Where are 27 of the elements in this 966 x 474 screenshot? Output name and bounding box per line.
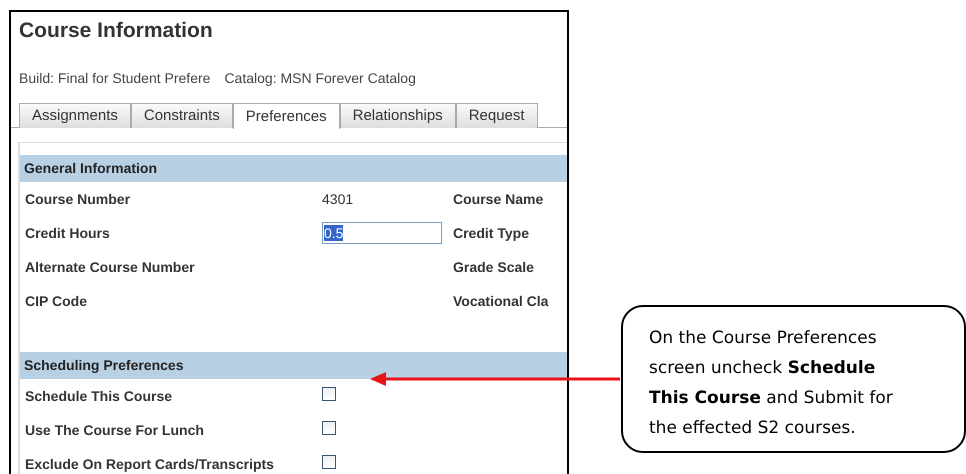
field-label: Alternate Course Number [24,258,196,276]
field-label: Exclude On Report Cards/Transcripts [24,454,275,474]
page-title: Course Information [19,18,214,44]
field-label: Vocational Cla [453,292,548,310]
tab[interactable]: Constraints [130,103,233,128]
field-label: Course Name [453,190,544,208]
field-label: Schedule This Course [24,386,174,406]
build-label: Build: Final for Student Prefere [19,69,210,88]
tab[interactable]: Relationships [340,103,456,128]
field-label: CIP Code [24,292,88,310]
tab[interactable]: Request [456,103,538,128]
tab[interactable]: Assignments [19,103,131,128]
section-header: Scheduling Preferences [20,352,567,379]
field-value: 4301 [322,190,354,206]
field-label: Course Number [24,190,132,208]
section-header: General Information [20,155,567,182]
catalog-label: Catalog: MSN Forever Catalog [224,69,416,88]
field-label: Use The Course For Lunch [24,420,205,440]
callout-note: On the Course Preferences screen uncheck Schedule This Course and Submit for the effected S2 courses. [621,305,966,453]
field-label: Grade Scale [453,258,534,276]
tab[interactable]: Preferences [232,103,340,129]
field-label: Credit Type [453,224,529,243]
checkbox[interactable] [322,386,336,400]
input-field[interactable]: 0.5 [322,222,442,244]
checkbox[interactable] [322,420,336,434]
field-label: Credit Hours [24,224,111,242]
checkbox[interactable] [322,454,336,468]
